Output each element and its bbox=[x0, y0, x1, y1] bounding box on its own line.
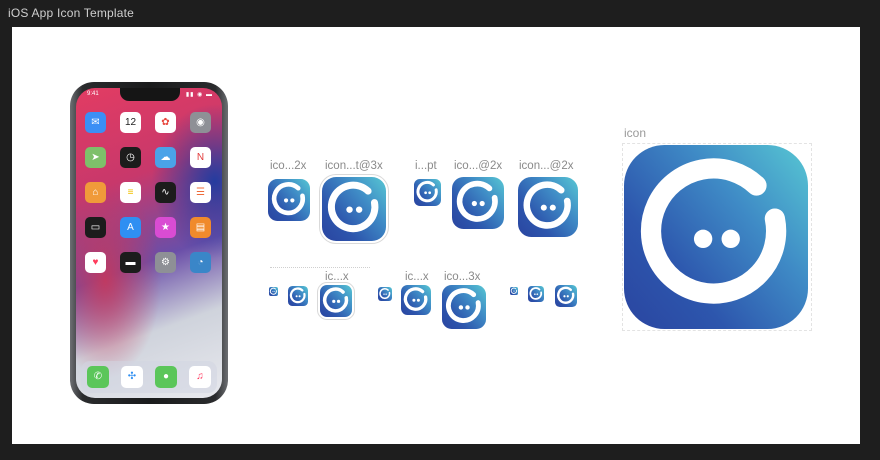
app-icon[interactable] bbox=[378, 287, 392, 301]
app-icon[interactable] bbox=[269, 287, 278, 296]
app-icon[interactable] bbox=[510, 287, 518, 295]
app-icon[interactable] bbox=[268, 179, 310, 221]
group-divider bbox=[270, 267, 370, 268]
status-icons: ▮▮ ◉ ▬ bbox=[185, 92, 213, 98]
icon-label: i...pt bbox=[415, 160, 437, 172]
calendar-icon[interactable]: 12 bbox=[120, 112, 141, 133]
phone-screen: 9:41 ▮▮ ◉ ▬ ✉ 12 ✿ ◉ ➤ ◷ ☁ N ⌂ ≡ ∿ ☰ ▭ A ★ ▤ ♥ ▬ ⚙ ◔ ✆ ✣ ● ♫ bbox=[76, 88, 222, 398]
health-icon[interactable]: ♥ bbox=[85, 252, 106, 273]
safari-icon[interactable]: ✣ bbox=[121, 366, 143, 388]
app-icon[interactable] bbox=[528, 286, 544, 302]
itunes-store-icon[interactable]: ★ bbox=[155, 217, 176, 238]
home-screen-grid: ✉ 12 ✿ ◉ ➤ ◷ ☁ N ⌂ ≡ ∿ ☰ ▭ A ★ ▤ ♥ ▬ ⚙ ◔ bbox=[85, 112, 213, 273]
status-time: 9:41 bbox=[87, 91, 99, 97]
app-icon[interactable] bbox=[442, 285, 486, 329]
app-store-icon[interactable]: A bbox=[120, 217, 141, 238]
notes-icon[interactable]: ≡ bbox=[120, 182, 141, 203]
news-icon[interactable]: N bbox=[190, 147, 211, 168]
stocks-icon[interactable]: ∿ bbox=[155, 182, 176, 203]
custom-app-icon[interactable]: ◔ bbox=[190, 252, 211, 273]
icon-label: ico...3x bbox=[444, 271, 481, 283]
artboard[interactable]: 9:41 ▮▮ ◉ ▬ ✉ 12 ✿ ◉ ➤ ◷ ☁ N ⌂ ≡ ∿ ☰ ▭ A ★ ▤ ♥ ▬ ⚙ ◔ ✆ ✣ ● ♫ i… bbox=[12, 27, 860, 444]
mail-icon[interactable]: ✉ bbox=[85, 112, 106, 133]
app-icon[interactable] bbox=[317, 282, 355, 320]
icon-label: ico...2x bbox=[270, 160, 307, 172]
app-icon[interactable] bbox=[414, 179, 441, 206]
settings-icon[interactable]: ⚙ bbox=[155, 252, 176, 273]
photos-icon[interactable]: ✿ bbox=[155, 112, 176, 133]
phone-icon[interactable]: ✆ bbox=[87, 366, 109, 388]
maps-icon[interactable]: ➤ bbox=[85, 147, 106, 168]
icon-label: icon...t@3x bbox=[325, 160, 383, 172]
icon-label-large: icon bbox=[624, 126, 647, 140]
music-icon[interactable]: ♫ bbox=[189, 366, 211, 388]
icon-label: ic...x bbox=[325, 271, 349, 283]
window-title: iOS App Icon Template bbox=[8, 6, 135, 20]
app-icon-large[interactable] bbox=[624, 145, 808, 329]
wallet-icon[interactable]: ▬ bbox=[120, 252, 141, 273]
app-icon[interactable] bbox=[555, 285, 577, 307]
icon-label: icon...@2x bbox=[519, 160, 574, 172]
home-icon[interactable]: ⌂ bbox=[85, 182, 106, 203]
iphone-mockup[interactable]: 9:41 ▮▮ ◉ ▬ ✉ 12 ✿ ◉ ➤ ◷ ☁ N ⌂ ≡ ∿ ☰ ▭ A ★ ▤ ♥ ▬ ⚙ ◔ ✆ ✣ ● ♫ bbox=[70, 82, 228, 404]
app-icon[interactable] bbox=[452, 177, 504, 229]
camera-icon[interactable]: ◉ bbox=[190, 112, 211, 133]
tv-icon[interactable]: ▭ bbox=[85, 217, 106, 238]
phone-dock: ✆ ✣ ● ♫ bbox=[81, 361, 217, 393]
reminders-icon[interactable]: ☰ bbox=[190, 182, 211, 203]
books-icon[interactable]: ▤ bbox=[190, 217, 211, 238]
icon-label: ico...@2x bbox=[454, 160, 503, 172]
phone-notch bbox=[120, 88, 180, 101]
weather-icon[interactable]: ☁ bbox=[155, 147, 176, 168]
app-icon[interactable] bbox=[288, 286, 308, 306]
clock-icon[interactable]: ◷ bbox=[120, 147, 141, 168]
app-icon[interactable] bbox=[401, 285, 431, 315]
app-icon[interactable] bbox=[518, 177, 578, 237]
icon-label: ic...x bbox=[405, 271, 429, 283]
messages-icon[interactable]: ● bbox=[155, 366, 177, 388]
app-icon[interactable] bbox=[319, 174, 389, 244]
